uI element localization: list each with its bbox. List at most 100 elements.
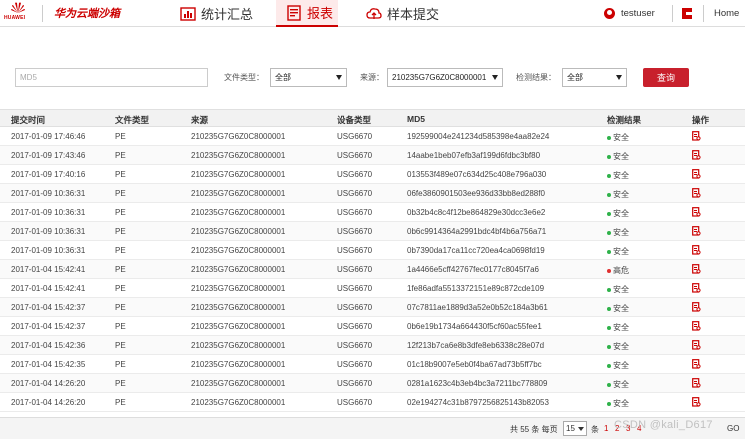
- cell-file-type: PE: [115, 379, 126, 388]
- file-type-select[interactable]: 全部: [270, 68, 347, 87]
- table-row[interactable]: 2017-01-09 17:43:46 PE 210235G7G6Z0C800000…: [0, 146, 745, 165]
- cell-result: 安全: [607, 341, 629, 352]
- table-row[interactable]: 2017-01-04 15:42:37 PE 210235G7G6Z0C800000…: [0, 298, 745, 317]
- view-report-icon[interactable]: [692, 226, 701, 236]
- cell-md5: 0b32b4c8c4f12be864829e30dcc3e6e2: [407, 208, 546, 217]
- table-row[interactable]: 2017-01-09 10:36:31 PE 210235G7G6Z0C800000…: [0, 184, 745, 203]
- view-report-icon[interactable]: [692, 207, 701, 217]
- md5-search-input[interactable]: [15, 68, 208, 87]
- safe-dot-icon: [607, 401, 611, 406]
- logout-button[interactable]: [682, 0, 692, 27]
- table-body: 2017-01-09 17:46:46 PE 210235G7G6Z0C800000…: [0, 127, 745, 412]
- cell-file-type: PE: [115, 303, 126, 312]
- chevron-down-icon: [492, 75, 498, 80]
- view-report-icon[interactable]: [692, 302, 701, 312]
- view-report-icon[interactable]: [692, 283, 701, 293]
- cell-md5: 0b7390da17ca11cc720ea4ca0698fd19: [407, 246, 545, 255]
- cell-result: 安全: [607, 322, 629, 333]
- cell-result: 安全: [607, 189, 629, 200]
- safe-dot-icon: [607, 192, 611, 197]
- table-row[interactable]: 2017-01-04 15:42:41 PE 210235G7G6Z0C800000…: [0, 279, 745, 298]
- view-report-icon[interactable]: [692, 378, 701, 388]
- report-icon: [287, 4, 301, 21]
- page-size-select[interactable]: 15: [563, 421, 587, 436]
- column-header-result[interactable]: 检测结果: [607, 114, 641, 126]
- table-header: 提交时间 文件类型 来源 设备类型 MD5 检测结果 操作: [0, 109, 745, 127]
- result-select[interactable]: 全部: [562, 68, 627, 87]
- table-row[interactable]: 2017-01-04 14:26:20 PE 210235G7G6Z0C800000…: [0, 374, 745, 393]
- result-text: 安全: [613, 228, 629, 237]
- safe-dot-icon: [607, 382, 611, 387]
- result-text: 安全: [613, 133, 629, 142]
- cell-md5: 192599004e241234d585398e4aa82e24: [407, 132, 550, 141]
- safe-dot-icon: [607, 363, 611, 368]
- view-report-icon[interactable]: [692, 397, 701, 407]
- cell-file-type: PE: [115, 322, 126, 331]
- view-report-icon[interactable]: [692, 131, 701, 141]
- home-link[interactable]: Home: [714, 0, 739, 27]
- table-row[interactable]: 2017-01-09 17:46:46 PE 210235G7G6Z0C800000…: [0, 127, 745, 146]
- view-report-icon[interactable]: [692, 188, 701, 198]
- source-select[interactable]: 210235G7G6Z0C8000001: [387, 68, 503, 87]
- cell-time: 2017-01-04 15:42:35: [11, 360, 86, 369]
- chevron-down-icon: [336, 75, 342, 80]
- table-row[interactable]: 2017-01-09 10:36:31 PE 210235G7G6Z0C800000…: [0, 203, 745, 222]
- tab-statistics[interactable]: 统计汇总: [176, 0, 266, 27]
- user-menu[interactable]: testuser: [604, 0, 655, 27]
- cell-file-type: PE: [115, 360, 126, 369]
- view-report-icon[interactable]: [692, 150, 701, 160]
- column-header-md5[interactable]: MD5: [407, 114, 425, 124]
- result-label: 检测结果：: [516, 73, 556, 82]
- table-row[interactable]: 2017-01-04 15:42:41 PE 210235G7G6Z0C800000…: [0, 260, 745, 279]
- table-row[interactable]: 2017-01-04 15:42:36 PE 210235G7G6Z0C800000…: [0, 336, 745, 355]
- table-row[interactable]: 2017-01-09 17:40:16 PE 210235G7G6Z0C800000…: [0, 165, 745, 184]
- cell-md5: 14aabe1beb07efb3af199d6fdbc3bf80: [407, 151, 541, 160]
- result-text: 安全: [613, 399, 629, 408]
- cell-device: USG6670: [337, 379, 373, 388]
- cell-source: 210235G7G6Z0C8000001: [191, 227, 286, 236]
- danger-dot-icon: [607, 268, 611, 273]
- header-divider: [42, 5, 43, 22]
- table-row[interactable]: 2017-01-09 10:36:31 PE 210235G7G6Z0C800000…: [0, 222, 745, 241]
- user-icon: [604, 8, 615, 19]
- view-report-icon[interactable]: [692, 340, 701, 350]
- column-header-file-type[interactable]: 文件类型: [115, 114, 149, 126]
- username: testuser: [621, 8, 655, 19]
- view-report-icon[interactable]: [692, 264, 701, 274]
- view-report-icon[interactable]: [692, 321, 701, 331]
- result-text: 安全: [613, 285, 629, 294]
- cell-time: 2017-01-04 15:42:37: [11, 303, 86, 312]
- cell-device: USG6670: [337, 360, 373, 369]
- top-navbar: HUAWEI 华为云端沙箱 统计汇总 报表 样本提交 testuser Home: [0, 0, 745, 27]
- tab-sample-submit[interactable]: 样本提交: [366, 0, 456, 27]
- tab-statistics-label: 统计汇总: [201, 7, 254, 22]
- cell-time: 2017-01-09 10:36:31: [11, 227, 86, 236]
- tab-report[interactable]: 报表: [276, 0, 338, 27]
- column-header-device[interactable]: 设备类型: [337, 114, 371, 126]
- cell-source: 210235G7G6Z0C8000001: [191, 398, 286, 407]
- cell-file-type: PE: [115, 246, 126, 255]
- safe-dot-icon: [607, 135, 611, 140]
- cell-result: 安全: [607, 151, 629, 162]
- cloud-upload-icon: [366, 7, 382, 19]
- column-header-source[interactable]: 来源: [191, 114, 208, 126]
- table-row[interactable]: 2017-01-04 15:42:37 PE 210235G7G6Z0C800000…: [0, 317, 745, 336]
- query-button[interactable]: 查询: [643, 68, 689, 87]
- cell-md5: 07c7811ae1889d3a52e0b52c184a3b61: [407, 303, 548, 312]
- cell-time: 2017-01-04 15:42:37: [11, 322, 86, 331]
- safe-dot-icon: [607, 154, 611, 159]
- table-row[interactable]: 2017-01-09 10:36:31 PE 210235G7G6Z0C800000…: [0, 241, 745, 260]
- view-report-icon[interactable]: [692, 245, 701, 255]
- table-row[interactable]: 2017-01-04 15:42:35 PE 210235G7G6Z0C800000…: [0, 355, 745, 374]
- cell-md5: 06fe3860901503ee936d33bb8ed288f0: [407, 189, 545, 198]
- table-row[interactable]: 2017-01-04 14:26:20 PE 210235G7G6Z0C800000…: [0, 393, 745, 412]
- source-value: 210235G7G6Z0C8000001: [392, 73, 487, 82]
- view-report-icon[interactable]: [692, 169, 701, 179]
- result-text: 安全: [613, 304, 629, 313]
- cell-result: 安全: [607, 246, 629, 257]
- cell-device: USG6670: [337, 208, 373, 217]
- go-button[interactable]: GO: [727, 424, 739, 433]
- view-report-icon[interactable]: [692, 359, 701, 369]
- page-link-1[interactable]: 1: [604, 424, 608, 433]
- column-header-time[interactable]: 提交时间: [11, 114, 45, 126]
